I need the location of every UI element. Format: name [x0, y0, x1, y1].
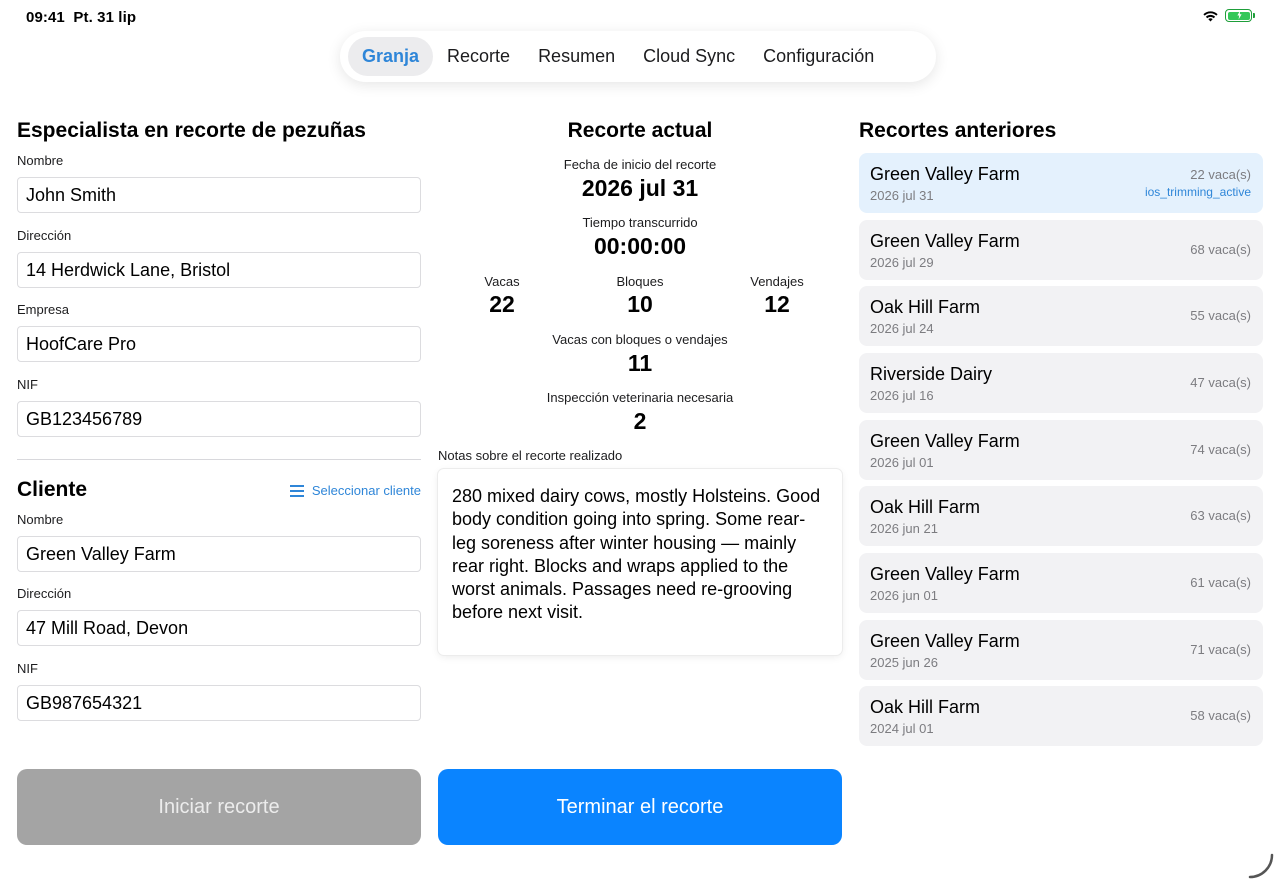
trimmer-address-label: Dirección: [17, 228, 72, 243]
cows-value: 22: [489, 291, 515, 317]
tab-resumen[interactable]: Resumen: [524, 37, 629, 76]
client-address-field[interactable]: 47 Mill Road, Devon: [17, 610, 421, 646]
elapsed-label: Tiempo transcurrido: [582, 215, 698, 230]
trimmer-company-field[interactable]: HoofCare Pro: [17, 326, 421, 362]
blocks-value: 10: [627, 291, 653, 317]
trimmer-name-field[interactable]: John Smith: [17, 177, 421, 213]
select-client-button[interactable]: Seleccionar cliente: [289, 483, 421, 498]
start-trimming-button[interactable]: Iniciar recorte: [17, 769, 421, 845]
trimming-item[interactable]: Green Valley Farm 2025 jun 26 71 vaca(s): [859, 620, 1263, 680]
trimming-farm: Green Valley Farm: [870, 564, 1020, 584]
elapsed-value: 00:00:00: [593, 233, 687, 259]
trimming-date: 2026 jul 24: [870, 321, 934, 336]
trimming-cow-count: 61 vaca(s): [1190, 575, 1251, 590]
trimming-cow-count: 71 vaca(s): [1190, 642, 1251, 657]
vet-inspection-label: Inspección veterinaria necesaria: [546, 390, 734, 405]
wifi-icon: [1203, 10, 1218, 21]
trimming-item[interactable]: Riverside Dairy 2026 jul 16 47 vaca(s): [859, 353, 1263, 413]
wraps-label: Vendajes: [750, 274, 804, 289]
trimming-date: 2026 jul 29: [870, 255, 934, 270]
status-date: Pt. 31 lip: [73, 9, 137, 26]
trimming-farm: Green Valley Farm: [870, 164, 1020, 184]
section-divider: [17, 459, 421, 460]
trimming-item[interactable]: Oak Hill Farm 2026 jul 24 55 vaca(s): [859, 286, 1263, 346]
trimming-date: 2026 jun 21: [870, 521, 938, 536]
trimmer-nif-label: NIF: [17, 377, 38, 392]
start-date-label: Fecha de inicio del recorte: [563, 157, 717, 172]
trimming-farm: Oak Hill Farm: [870, 697, 981, 717]
select-client-label: Seleccionar cliente: [311, 483, 421, 498]
trimming-date: 2024 jul 01: [870, 721, 934, 736]
trimming-cow-count: 74 vaca(s): [1190, 442, 1251, 457]
tab-configuracion[interactable]: Configuración: [749, 37, 888, 76]
client-address-label: Dirección: [17, 586, 72, 601]
corner-resize-icon[interactable]: [1246, 851, 1276, 881]
trimming-farm: Oak Hill Farm: [870, 497, 981, 517]
vet-inspection-value: 2: [633, 408, 647, 434]
trimming-date: 2026 jul 16: [870, 388, 934, 403]
cows-label: Vacas: [484, 274, 520, 289]
notes-textarea[interactable]: 280 mixed dairy cows, mostly Holsteins. …: [438, 469, 842, 655]
trimming-cow-count: 22 vaca(s): [1190, 167, 1251, 182]
cows-stat: Vacas 22: [442, 274, 562, 318]
tab-bar: Granja Recorte Resumen Cloud Sync Config…: [340, 31, 936, 82]
current-title: Recorte actual: [567, 119, 713, 142]
cows-blocks-wraps-value: 11: [627, 350, 653, 376]
trimming-item[interactable]: Green Valley Farm 2026 jul 31 22 vaca(s)…: [859, 153, 1263, 213]
client-name-field[interactable]: Green Valley Farm: [17, 536, 421, 572]
trimmer-address-field[interactable]: 14 Herdwick Lane, Bristol: [17, 252, 421, 288]
trimming-item[interactable]: Green Valley Farm 2026 jul 01 74 vaca(s): [859, 420, 1263, 480]
trimming-status: ios_trimming_active: [1144, 185, 1251, 199]
start-date-value: 2026 jul 31: [581, 175, 699, 201]
trimmer-section-title: Especialista en recorte de pezuñas: [17, 119, 366, 142]
list-icon: [289, 484, 304, 497]
trimming-cow-count: 58 vaca(s): [1190, 708, 1251, 723]
previous-title: Recortes anteriores: [859, 119, 1057, 142]
trimming-farm: Riverside Dairy: [870, 364, 993, 384]
notes-label: Notas sobre el recorte realizado: [438, 448, 623, 463]
status-time: 09:41 Pt. 31 lip: [26, 9, 136, 26]
trimming-farm: Green Valley Farm: [870, 631, 1020, 651]
tab-cloud-sync[interactable]: Cloud Sync: [629, 37, 749, 76]
trimmer-nif-field[interactable]: GB123456789: [17, 401, 421, 437]
trimming-cow-count: 47 vaca(s): [1190, 375, 1251, 390]
trimming-item[interactable]: Oak Hill Farm 2024 jul 01 58 vaca(s): [859, 686, 1263, 746]
trimmer-company-label: Empresa: [17, 302, 70, 317]
client-name-label: Nombre: [17, 512, 64, 527]
end-trimming-button[interactable]: Terminar el recorte: [438, 769, 842, 845]
trimming-cow-count: 63 vaca(s): [1190, 508, 1251, 523]
status-bar: 09:41 Pt. 31 lip: [0, 0, 1280, 34]
trimmer-name-label: Nombre: [17, 153, 64, 168]
cows-blocks-wraps-label: Vacas con bloques o vendajes: [552, 332, 728, 347]
trimming-date: 2026 jul 31: [870, 188, 934, 203]
blocks-stat: Bloques 10: [580, 274, 700, 318]
trimming-item[interactable]: Oak Hill Farm 2026 jun 21 63 vaca(s): [859, 486, 1263, 546]
trimming-farm: Green Valley Farm: [870, 231, 1020, 251]
battery-icon: [1225, 9, 1255, 22]
tab-recorte[interactable]: Recorte: [433, 37, 524, 76]
client-section-title: Cliente: [17, 478, 88, 501]
tab-granja[interactable]: Granja: [348, 37, 434, 76]
trimming-date: 2026 jun 01: [870, 588, 938, 603]
trimming-date: 2025 jun 26: [870, 655, 938, 670]
trimming-item[interactable]: Green Valley Farm 2026 jul 29 68 vaca(s): [859, 220, 1263, 280]
wraps-value: 12: [764, 291, 790, 317]
trimming-date: 2026 jul 01: [870, 455, 934, 470]
trimming-farm: Green Valley Farm: [870, 431, 1020, 451]
clock: 09:41: [26, 9, 65, 26]
trimming-cow-count: 68 vaca(s): [1190, 242, 1251, 257]
trimming-farm: Oak Hill Farm: [870, 297, 981, 317]
client-nif-label: NIF: [17, 661, 38, 676]
trimming-item[interactable]: Green Valley Farm 2026 jun 01 61 vaca(s): [859, 553, 1263, 613]
client-nif-field[interactable]: GB987654321: [17, 685, 421, 721]
blocks-label: Bloques: [616, 274, 664, 289]
status-icons: [1202, 9, 1255, 22]
wraps-stat: Vendajes 12: [717, 274, 837, 318]
trimming-cow-count: 55 vaca(s): [1190, 308, 1251, 323]
